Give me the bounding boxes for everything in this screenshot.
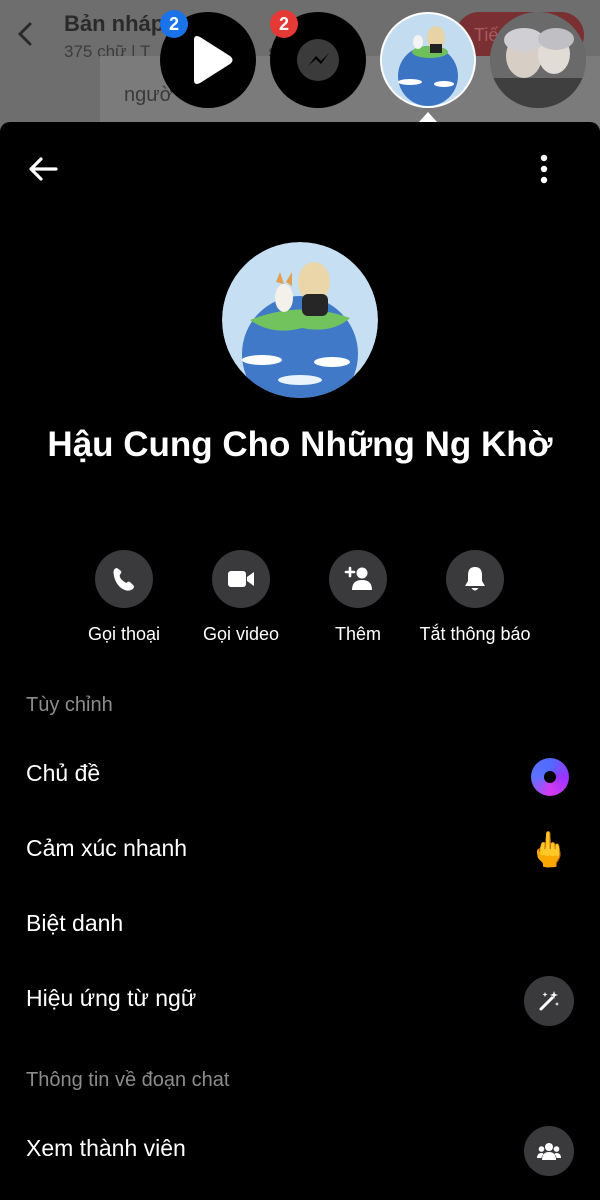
photo-avatar-image — [490, 12, 586, 108]
members-icon-circle — [524, 1126, 574, 1176]
mute-notifications-circle[interactable] — [446, 550, 504, 608]
quick-reaction-emoji: 🖕 — [527, 831, 570, 869]
section-label-chat-info: Thông tin về đoạn chat — [26, 1069, 230, 1091]
video-call-circle[interactable] — [212, 550, 270, 608]
chat-title: Hậu Cung Cho Những Ng Khờ — [47, 425, 553, 464]
background-title: Bản nháp — [64, 11, 165, 36]
chat-head-play[interactable]: 2 — [160, 10, 256, 108]
quick-reaction-label: Cảm xúc nhanh — [26, 835, 188, 861]
unread-badge: 2 — [160, 10, 188, 38]
word-effects-row[interactable]: Hiệu ứng từ ngữ — [0, 971, 600, 1031]
mute-notifications-label: Tắt thông báo — [419, 624, 531, 644]
mute-notifications-button[interactable]: Tắt thông báo — [405, 550, 545, 645]
chat-settings-panel: Hậu Cung Cho Những Ng Khờ Gọi thoại Gọi … — [0, 122, 600, 1200]
back-arrow-icon[interactable] — [26, 152, 60, 186]
more-options-icon[interactable] — [530, 152, 558, 186]
theme-row[interactable]: Chủ đề — [0, 746, 600, 806]
bell-icon — [465, 567, 485, 591]
group-avatar-image — [382, 14, 474, 106]
nicknames-label: Biệt danh — [26, 910, 124, 936]
unread-badge: 2 — [270, 10, 298, 38]
chat-head-photo-avatar[interactable] — [490, 12, 586, 108]
theme-label: Chủ đề — [26, 760, 101, 786]
voice-call-circle[interactable] — [95, 550, 153, 608]
theme-gradient-icon — [531, 758, 569, 796]
group-avatar[interactable] — [222, 242, 378, 398]
add-person-icon — [344, 566, 372, 590]
group-avatar-image — [222, 242, 378, 398]
phone-icon — [113, 568, 134, 591]
magic-wand-icon — [539, 991, 559, 1011]
video-camera-icon — [228, 571, 254, 587]
chat-head-messenger[interactable]: 2 — [270, 10, 366, 108]
section-label-customize: Tùy chỉnh — [26, 694, 113, 716]
view-members-row[interactable]: Xem thành viên — [0, 1121, 600, 1181]
add-people-circle[interactable] — [329, 550, 387, 608]
back-chevron-icon — [17, 22, 32, 46]
word-effects-icon-circle — [524, 976, 574, 1026]
chat-head-group-avatar[interactable] — [380, 12, 476, 108]
word-effects-label: Hiệu ứng từ ngữ — [26, 985, 197, 1011]
members-icon — [537, 1143, 561, 1160]
quick-reaction-row[interactable]: Cảm xúc nhanh 🖕 — [0, 821, 600, 881]
nicknames-row[interactable]: Biệt danh — [0, 896, 600, 956]
chat-head-pointer — [419, 112, 437, 122]
view-members-label: Xem thành viên — [26, 1135, 186, 1161]
